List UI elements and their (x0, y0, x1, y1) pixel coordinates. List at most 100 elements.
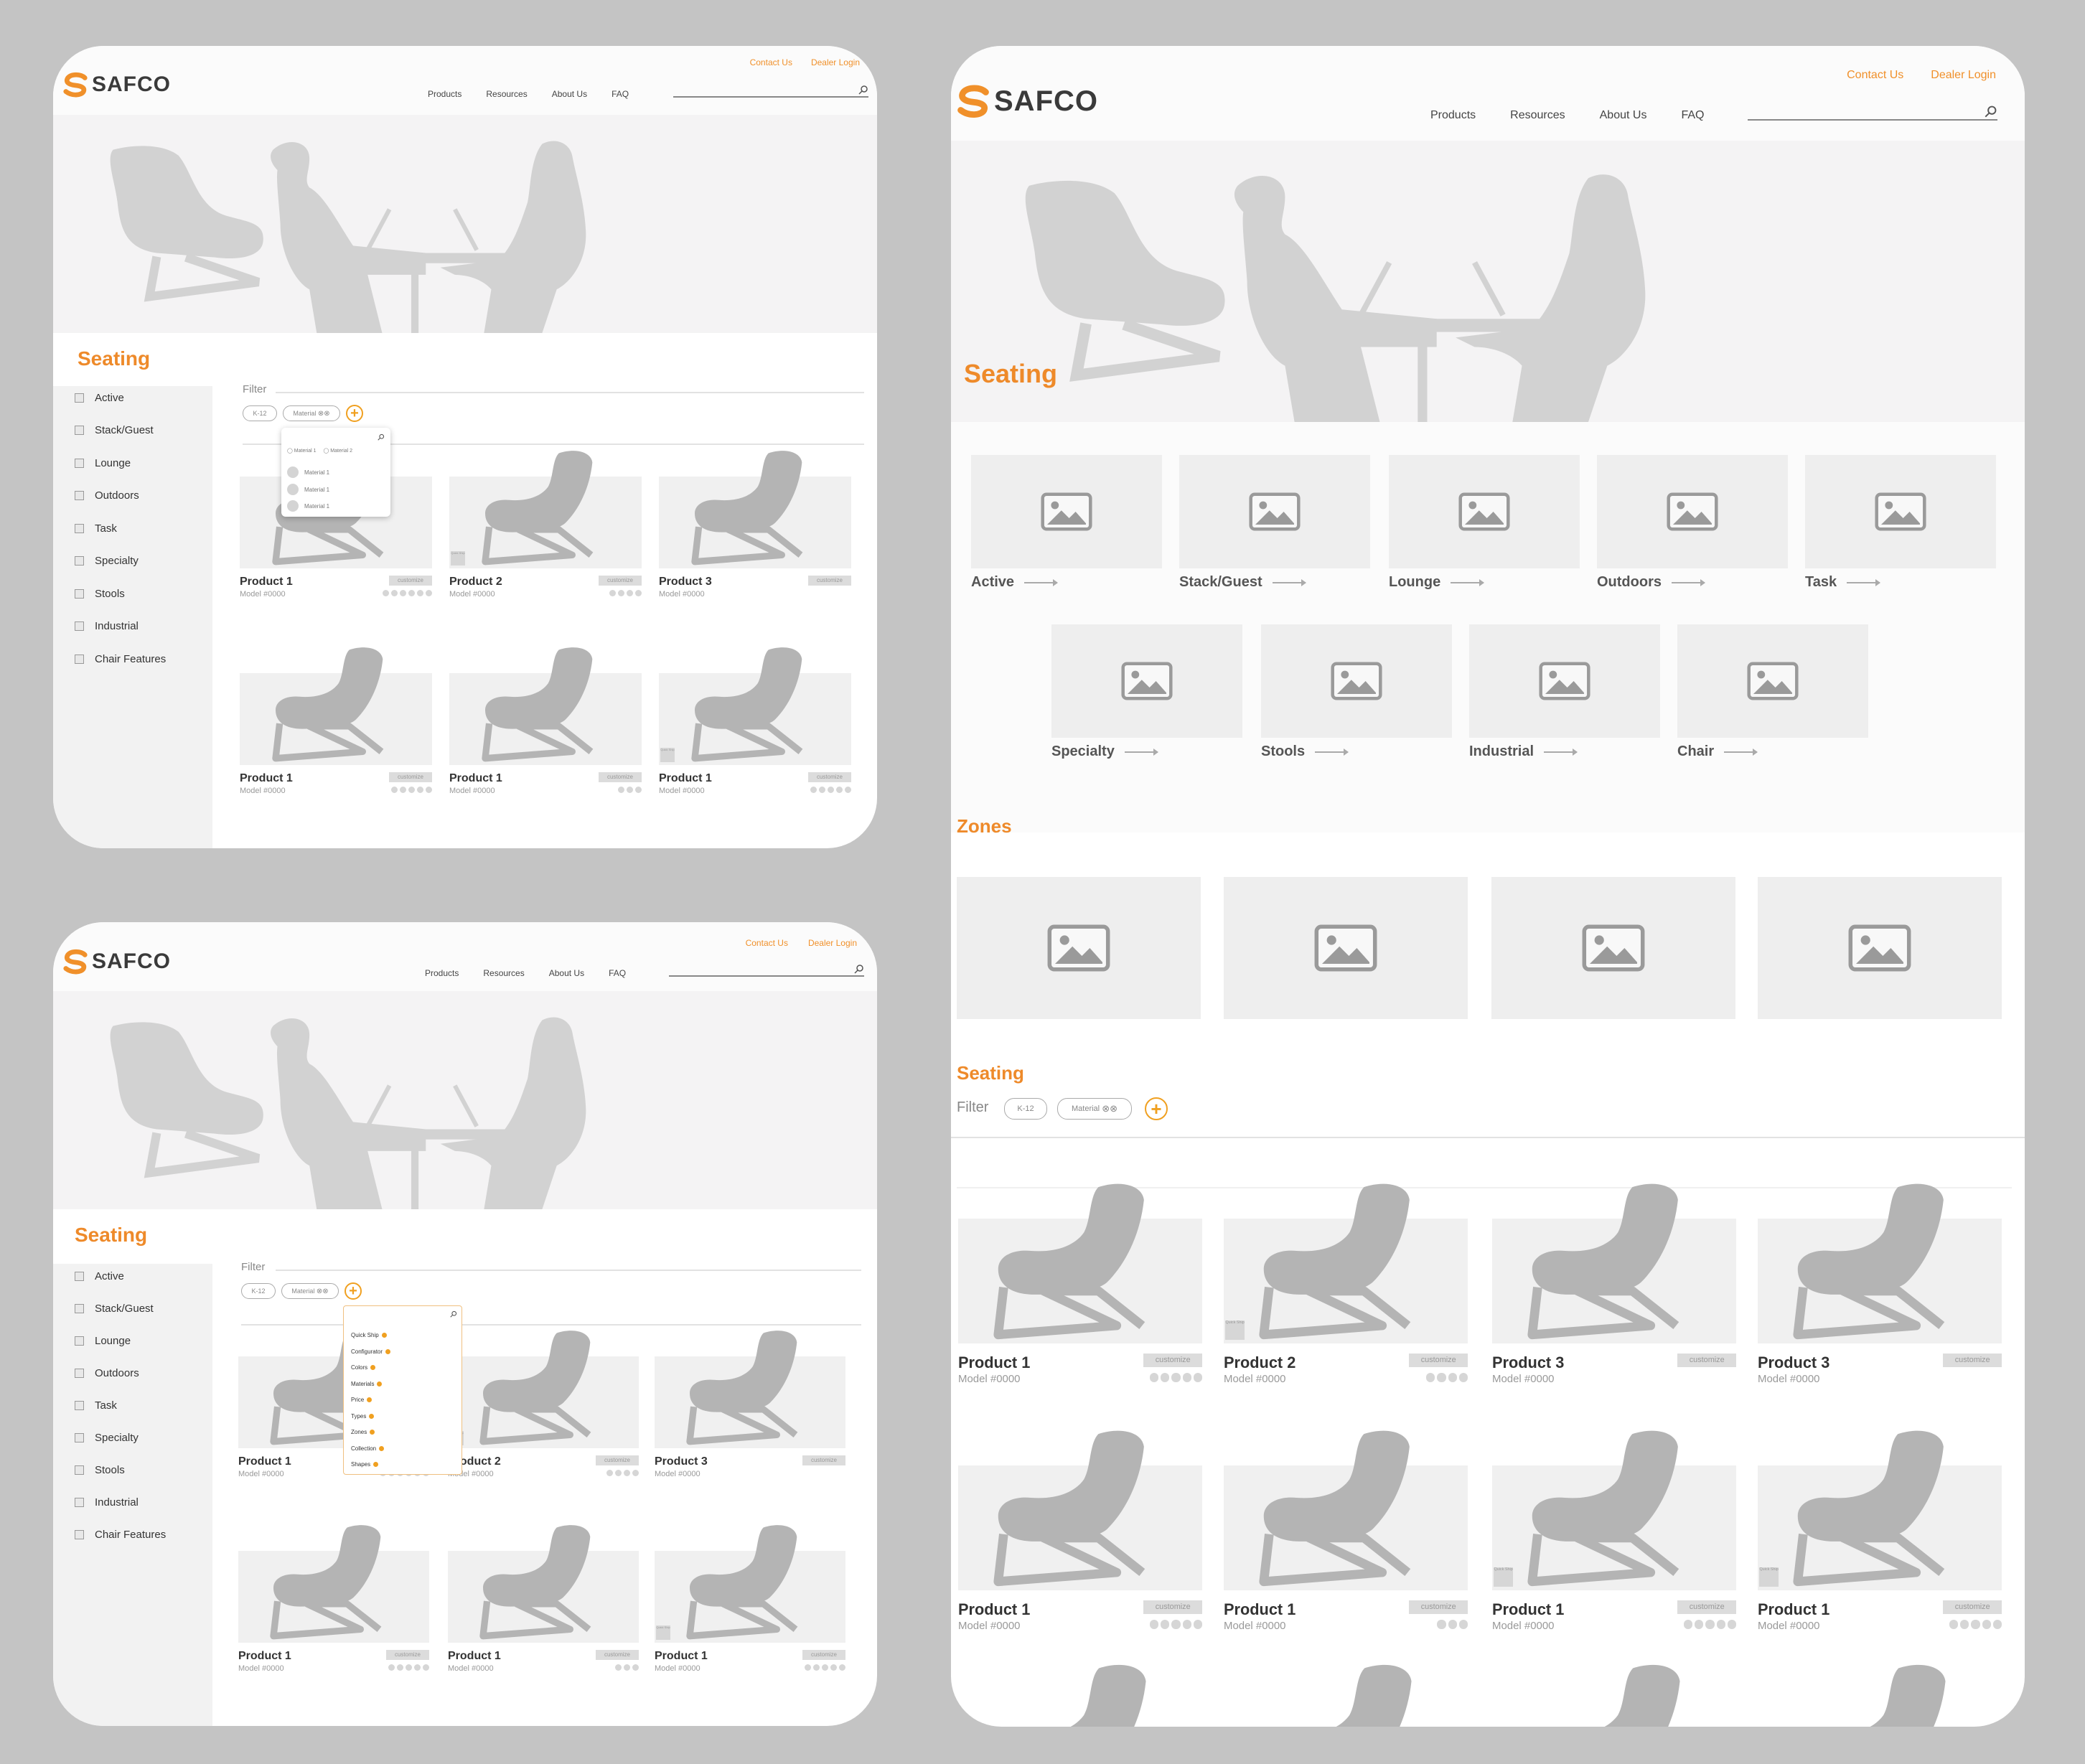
filter-pill-material[interactable]: Material ⊗⊗ (283, 405, 340, 421)
dealer-login-link[interactable]: Dealer Login (811, 57, 860, 67)
product-name[interactable]: Product 2 (449, 576, 502, 588)
product-card[interactable] (1758, 1661, 2002, 1727)
category-image[interactable] (971, 455, 1162, 568)
checkbox[interactable] (75, 1304, 84, 1313)
category-image[interactable] (1261, 624, 1452, 738)
safco-logo[interactable]: SAFCO (62, 71, 171, 98)
product-card[interactable] (1492, 1661, 1736, 1727)
product-name[interactable]: Product 1 (1758, 1600, 1829, 1619)
checkbox[interactable] (75, 1433, 84, 1442)
filter-pill-k12[interactable]: K-12 (241, 1283, 276, 1299)
product-card[interactable]: Product 1Model #0000customize (238, 1522, 429, 1673)
sidebar-item-specialty[interactable]: Specialty (75, 1432, 139, 1444)
sidebar-item-chair-features[interactable]: Chair Features (75, 653, 166, 665)
category-image[interactable] (1389, 455, 1580, 568)
product-card[interactable]: Product 3 Model #0000 customize (1758, 1180, 2002, 1385)
category-tile[interactable]: Stack/Guest (1179, 455, 1370, 599)
customize-button[interactable]: customize (1677, 1354, 1736, 1368)
filter-pill-material[interactable]: Material ⊗⊗ (1057, 1098, 1132, 1120)
sidebar-item-stools[interactable]: Stools (75, 588, 125, 600)
contact-us-link[interactable]: Contact Us (1847, 69, 1903, 82)
product-name[interactable]: Product 2 (1224, 1354, 1295, 1372)
customize-button[interactable]: customize (596, 1455, 639, 1465)
customize-button[interactable]: customize (389, 772, 432, 782)
customize-button[interactable]: customize (1677, 1600, 1736, 1615)
customize-button[interactable]: customize (1409, 1354, 1468, 1368)
filter-option[interactable]: Materials (351, 1381, 383, 1387)
nav-faq[interactable]: FAQ (609, 968, 626, 978)
nav-about-us[interactable]: About Us (549, 968, 584, 978)
checkbox[interactable] (75, 556, 84, 566)
checkbox[interactable] (75, 1498, 84, 1507)
category-tile[interactable]: Active (971, 455, 1162, 599)
nav-faq[interactable]: FAQ (1681, 109, 1704, 122)
filter-option[interactable]: Configurator (351, 1348, 391, 1355)
filter-pill-material[interactable]: Material ⊗⊗ (281, 1283, 339, 1299)
product-card[interactable]: Product 3 Model #0000 customize (1492, 1180, 1736, 1385)
category-image[interactable] (1677, 624, 1868, 738)
category-tile[interactable]: Lounge (1389, 455, 1580, 599)
sidebar-item-active[interactable]: Active (75, 392, 124, 404)
checkbox[interactable] (75, 589, 84, 599)
product-name[interactable]: Product 1 (659, 772, 712, 785)
material-tab-1[interactable]: ◯ Material 1 (287, 448, 317, 454)
product-card[interactable]: Quick Ship Product 1 Model #0000 customize (1758, 1427, 2002, 1632)
checkbox[interactable] (75, 393, 84, 403)
product-card[interactable]: Quick ShipProduct 2Model #0000customize (448, 1328, 639, 1478)
search-input[interactable] (669, 965, 864, 977)
nav-faq[interactable]: FAQ (612, 89, 629, 99)
product-card[interactable]: Product 1Model #0000customize (958, 1180, 1202, 1385)
product-name[interactable]: Product 1 (958, 1354, 1030, 1372)
customize-button[interactable]: customize (1143, 1600, 1202, 1615)
nav-about-us[interactable]: About Us (1600, 109, 1647, 122)
zone-tile[interactable] (1758, 877, 2002, 1019)
add-filter-button[interactable]: + (345, 1282, 362, 1300)
customize-button[interactable]: customize (1409, 1600, 1468, 1615)
category-link[interactable]: Lounge (1389, 574, 1485, 591)
checkbox[interactable] (75, 621, 84, 631)
dealer-login-link[interactable]: Dealer Login (808, 938, 857, 948)
search-input[interactable] (673, 85, 868, 98)
sidebar-item-industrial[interactable]: Industrial (75, 1496, 139, 1509)
zone-tile[interactable] (1224, 877, 1468, 1019)
product-card[interactable]: Product 1Model #0000customize (448, 1522, 639, 1673)
product-name[interactable]: Product 3 (1758, 1354, 1829, 1372)
product-card[interactable]: Product 1Model #0000customize (449, 644, 642, 795)
sidebar-item-stack-guest[interactable]: Stack/Guest (75, 1303, 154, 1315)
checkbox[interactable] (75, 1401, 84, 1410)
checkbox[interactable] (75, 491, 84, 500)
zone-tile[interactable] (1491, 877, 1735, 1019)
product-card[interactable]: Product 1Model #0000customize (958, 1427, 1202, 1632)
product-name[interactable]: Product 1 (655, 1650, 708, 1663)
contact-us-link[interactable]: Contact Us (746, 938, 788, 948)
safco-logo[interactable]: SAFCO (955, 83, 1098, 119)
category-link[interactable]: Active (971, 574, 1059, 591)
checkbox[interactable] (75, 1530, 84, 1539)
sidebar-item-task[interactable]: Task (75, 522, 117, 535)
category-tile[interactable]: Outdoors (1597, 455, 1788, 599)
product-card[interactable]: Product 3 Model #0000 customize (655, 1328, 845, 1478)
search-input[interactable] (1748, 105, 1997, 121)
sidebar-item-specialty[interactable]: Specialty (75, 555, 139, 567)
customize-button[interactable]: customize (1143, 1354, 1202, 1368)
checkbox[interactable] (75, 1272, 84, 1281)
nav-products[interactable]: Products (425, 968, 459, 978)
category-link[interactable]: Outdoors (1597, 574, 1705, 591)
product-card[interactable]: Product 1Model #0000customize (1224, 1427, 1468, 1632)
product-card[interactable]: Quick Ship Product 1 Model #0000 customize (659, 644, 851, 795)
customize-button[interactable]: customize (802, 1650, 845, 1660)
customize-button[interactable]: customize (1943, 1354, 2002, 1368)
product-name[interactable]: Product 3 (1492, 1354, 1564, 1372)
close-icon[interactable]: ⊗⊗ (318, 410, 330, 418)
zone-tile[interactable] (957, 877, 1201, 1019)
product-name[interactable]: Product 1 (238, 1650, 291, 1663)
checkbox[interactable] (75, 524, 84, 533)
product-name[interactable]: Product 1 (448, 1650, 501, 1663)
category-tile[interactable]: Task (1805, 455, 1996, 599)
category-tile[interactable]: Stools (1261, 624, 1452, 768)
category-link[interactable]: Specialty (1051, 743, 1158, 760)
add-filter-button[interactable]: + (346, 405, 363, 422)
nav-resources[interactable]: Resources (483, 968, 524, 978)
category-link[interactable]: Task (1805, 574, 1881, 591)
customize-button[interactable]: customize (808, 576, 851, 586)
